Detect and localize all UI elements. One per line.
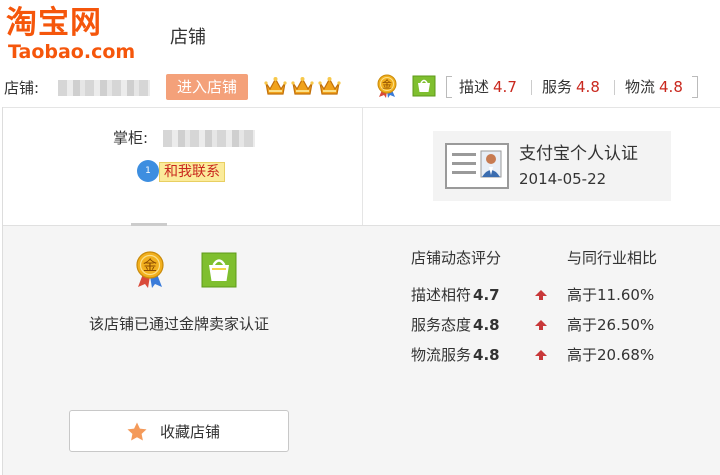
id-card-icon xyxy=(445,143,509,189)
dsr-item-score: 4.8 xyxy=(473,346,500,364)
shop-detail-panel: 掌柜: 1 和我联系 支付宝个人认证 2014-05-22 金 该店铺已通过金牌… xyxy=(2,107,720,475)
bracket-right xyxy=(692,76,698,98)
certification-date: 2014-05-22 xyxy=(519,170,607,188)
shop-ratings-summary: 描述 4.7 服务 4.8 物流 4.8 xyxy=(446,76,698,98)
consumer-protection-icon[interactable] xyxy=(412,75,436,97)
rating-service: 服务 4.8 xyxy=(542,77,600,97)
crown-icon xyxy=(291,75,314,97)
star-icon xyxy=(126,421,148,443)
shop-owner-section: 掌柜: 1 和我联系 支付宝个人认证 2014-05-22 xyxy=(3,107,720,226)
section-tab-marker xyxy=(131,223,167,226)
dsr-row-service: 服务态度 4.8 高于26.50% xyxy=(411,314,711,336)
taobao-logo[interactable]: 淘宝网 Taobao.com xyxy=(6,6,136,62)
rating-label: 服务 xyxy=(542,78,573,96)
gold-icon-glyph: 金 xyxy=(143,259,157,275)
crown-icon xyxy=(318,75,341,97)
alipay-certification[interactable]: 支付宝个人认证 2014-05-22 xyxy=(433,131,671,201)
gold-icon-glyph: 金 xyxy=(382,78,392,91)
gold-seller-badge-icon[interactable]: 金 xyxy=(133,250,167,288)
dsr-item-compare: 高于11.60% xyxy=(567,286,655,304)
rating-description: 描述 4.7 xyxy=(459,77,517,97)
dsr-row-logistics: 物流服务 4.8 高于20.68% xyxy=(411,344,711,366)
rating-label: 物流 xyxy=(625,78,656,96)
logo-english-text: Taobao.com xyxy=(8,41,136,63)
arrow-up-icon xyxy=(535,350,547,360)
crown-icon xyxy=(264,75,287,97)
dsr-item-score: 4.8 xyxy=(473,316,500,334)
chat-bubble-icon: 1 xyxy=(137,160,159,182)
rating-divider xyxy=(531,80,532,95)
enter-shop-button[interactable]: 进入店铺 xyxy=(166,74,248,100)
industry-compare-header: 与同行业相比 xyxy=(567,249,658,267)
gold-seller-description: 该店铺已通过金牌卖家认证 xyxy=(89,315,270,333)
bracket-left xyxy=(446,76,452,98)
favorite-shop-label: 收藏店铺 xyxy=(160,423,221,441)
dsr-item-name: 物流服务 xyxy=(411,346,472,364)
arrow-up-icon xyxy=(535,320,547,330)
dsr-item-name: 描述相符 xyxy=(411,286,472,304)
shop-rating-section: 金 该店铺已通过金牌卖家认证 店铺动态评分 与同行业相比 描述相符 4.7 高于1… xyxy=(3,223,720,475)
favorite-shop-button[interactable]: 收藏店铺 xyxy=(69,410,289,452)
shop-info-bar: 店铺: 进入店铺 金 描述 4.7 服务 4.8 物流 4.8 xyxy=(0,73,720,103)
dsr-header: 店铺动态评分 xyxy=(411,249,502,267)
dsr-item: 服务态度 4.8 xyxy=(411,314,500,336)
arrow-up-icon xyxy=(535,290,547,300)
section-divider xyxy=(362,108,363,226)
contact-me-label: 和我联系 xyxy=(159,162,225,182)
shopkeeper-label: 掌柜: xyxy=(113,129,149,147)
rating-divider xyxy=(614,80,615,95)
consumer-protection-badge-icon[interactable] xyxy=(201,252,237,288)
shopkeeper-name-redacted xyxy=(163,130,255,147)
dsr-item: 描述相符 4.7 xyxy=(411,284,500,306)
dsr-item: 物流服务 4.8 xyxy=(411,344,500,366)
rating-value: 4.7 xyxy=(493,78,517,96)
page-title: 店铺 xyxy=(170,27,206,48)
gold-seller-icon[interactable]: 金 xyxy=(375,74,399,98)
dsr-item-name: 服务态度 xyxy=(411,316,472,334)
shop-name-redacted xyxy=(58,80,150,96)
certification-title: 支付宝个人认证 xyxy=(519,144,638,164)
rating-logistics: 物流 4.8 xyxy=(625,77,683,97)
rating-value: 4.8 xyxy=(576,78,600,96)
dsr-row-description: 描述相符 4.7 高于11.60% xyxy=(411,284,711,306)
dsr-item-compare: 高于20.68% xyxy=(567,346,655,364)
shop-name-label: 店铺: xyxy=(4,79,40,97)
dsr-item-score: 4.7 xyxy=(473,286,500,304)
rating-label: 描述 xyxy=(459,78,490,96)
logo-chinese-text: 淘宝网 xyxy=(6,5,102,41)
dsr-item-compare: 高于26.50% xyxy=(567,316,655,334)
rating-value: 4.8 xyxy=(659,78,683,96)
